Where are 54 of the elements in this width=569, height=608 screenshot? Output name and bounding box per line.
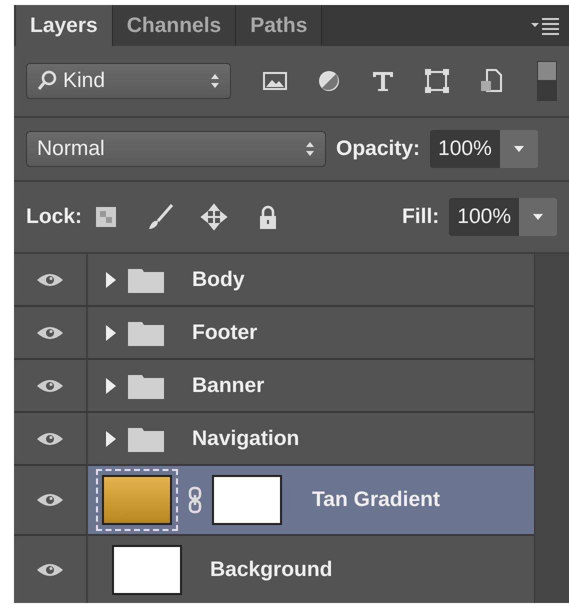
lock-label: Lock:: [26, 205, 82, 229]
layer-row[interactable]: Footer: [14, 307, 534, 360]
layer-row[interactable]: Navigation: [14, 413, 534, 466]
layer-name: Background: [210, 558, 333, 582]
layer-row[interactable]: Body: [14, 254, 534, 307]
folder-icon: [128, 266, 164, 292]
blend-mode-select[interactable]: Normal: [26, 131, 326, 167]
eye-icon[interactable]: [36, 492, 64, 508]
filter-toggle-icon[interactable]: [537, 61, 557, 101]
stepper-icon: [210, 72, 220, 90]
caret-icon: [514, 146, 524, 152]
search-icon: [37, 70, 57, 92]
layer-name: Tan Gradient: [312, 488, 440, 512]
fill-dropdown[interactable]: [519, 198, 557, 236]
stepper-icon: [305, 140, 315, 158]
filter-kind-value: Kind: [63, 69, 106, 93]
eye-icon[interactable]: [36, 378, 64, 394]
filter-kind-select[interactable]: Kind: [26, 63, 231, 99]
fill-field[interactable]: 100%: [449, 198, 519, 236]
folder-icon: [128, 372, 164, 398]
layer-name: Banner: [192, 374, 264, 398]
expand-right-icon[interactable]: [104, 324, 118, 340]
caret-icon: [533, 214, 543, 220]
layer-row[interactable]: Banner: [14, 360, 534, 413]
shape-filter-icon[interactable]: [423, 67, 451, 95]
expand-right-icon[interactable]: [104, 378, 118, 394]
expand-right-icon[interactable]: [104, 430, 118, 446]
eye-icon[interactable]: [36, 430, 64, 446]
layer-name: Navigation: [192, 426, 300, 450]
panel-tab[interactable]: Channels: [112, 5, 236, 46]
opacity-label: Opacity:: [336, 137, 420, 161]
panel-tab[interactable]: Paths: [236, 5, 322, 46]
panel-tab[interactable]: Layers: [16, 5, 113, 46]
layer-row[interactable]: Tan Gradient: [14, 466, 534, 536]
folder-icon: [128, 426, 164, 452]
layer-name: Footer: [192, 320, 258, 344]
opacity-field[interactable]: 100%: [430, 130, 500, 168]
eye-icon[interactable]: [36, 562, 64, 578]
gradient-thumbnail: [102, 475, 172, 525]
mask-thumbnail: [212, 475, 282, 525]
expand-right-icon[interactable]: [104, 272, 118, 288]
link-icon[interactable]: [188, 486, 202, 514]
layer-thumbnail-frame[interactable]: [96, 469, 178, 531]
blend-mode-value: Normal: [37, 137, 106, 161]
eye-icon[interactable]: [36, 324, 64, 340]
opacity-dropdown[interactable]: [500, 130, 538, 168]
layer-thumbnail: [112, 545, 182, 595]
brush-icon[interactable]: [146, 203, 174, 231]
folder-icon: [128, 320, 164, 346]
layer-name: Body: [192, 268, 244, 292]
panel-menu-icon[interactable]: [531, 16, 561, 34]
eye-icon[interactable]: [36, 272, 64, 288]
fill-label: Fill:: [402, 205, 440, 229]
move-icon[interactable]: [200, 203, 228, 231]
